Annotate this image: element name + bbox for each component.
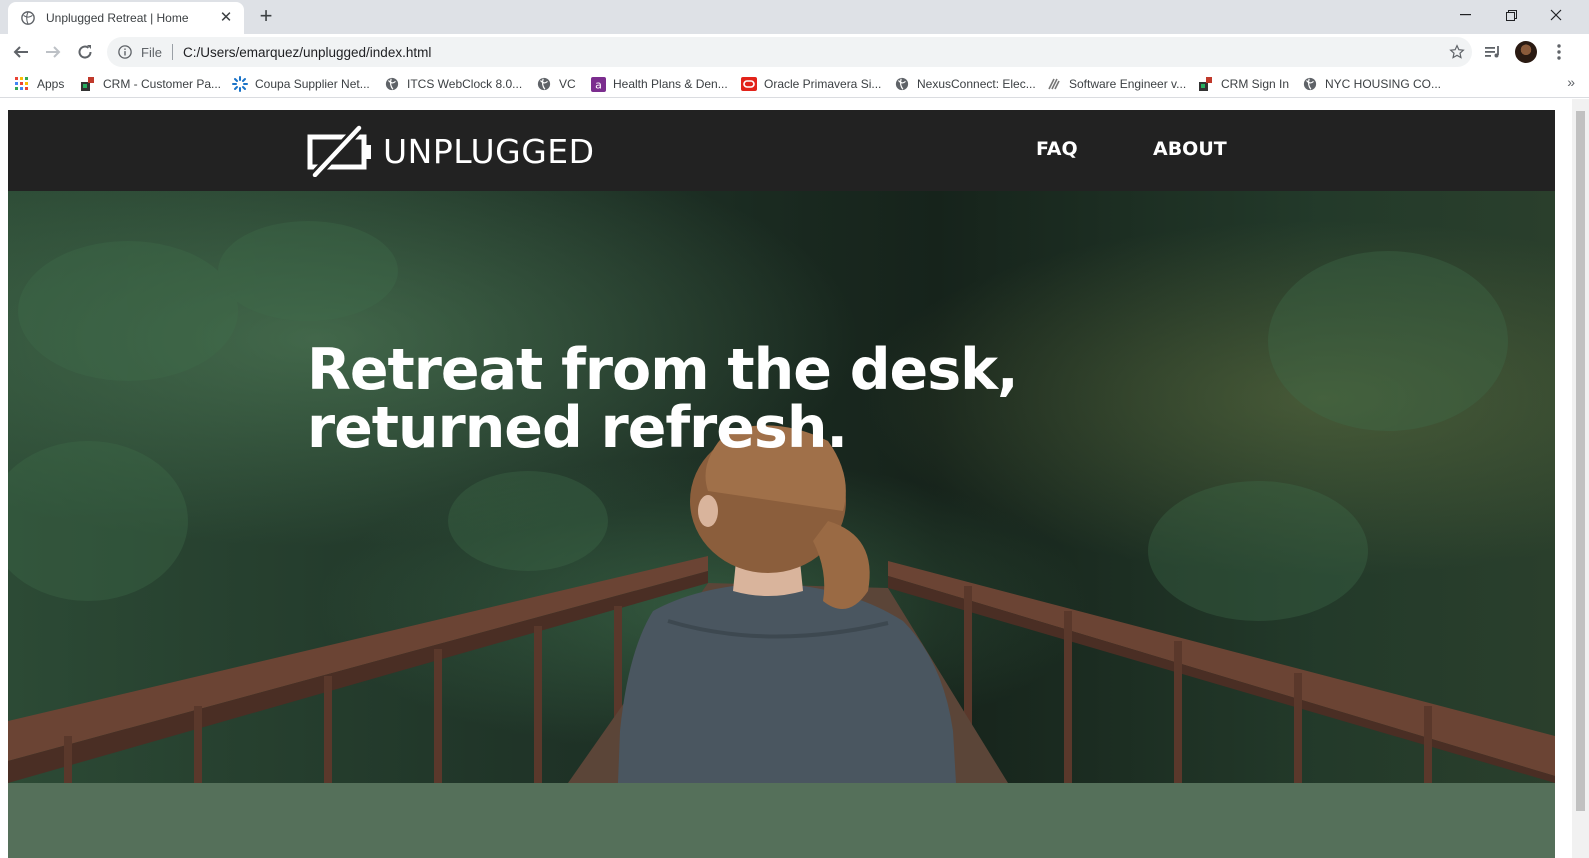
media-queue-icon[interactable] (1479, 38, 1507, 66)
url-scheme: File (141, 44, 162, 60)
browser-toolbar: File C:/Users/emarquez/unplugged/index.h… (0, 34, 1589, 70)
restore-icon[interactable] (1489, 0, 1533, 30)
green-content-band (8, 783, 1555, 858)
unplugged-battery-icon (307, 125, 371, 177)
bookmark-itcs-webclock[interactable]: ITCS WebClock 8.0... (384, 74, 522, 94)
nav-about-link[interactable]: ABOUT (1153, 138, 1227, 160)
avatar (1515, 41, 1537, 63)
hero-line-1: Retreat from the desk, (307, 337, 1019, 403)
globe-icon (1302, 76, 1318, 92)
bookmark-label: ITCS WebClock 8.0... (407, 77, 523, 91)
nav-faq-link[interactable]: FAQ (1036, 138, 1078, 160)
forward-arrow-icon[interactable] (39, 38, 67, 66)
menu-kebab-icon[interactable] (1545, 38, 1573, 66)
info-icon[interactable] (117, 44, 133, 60)
chevron-double-right-icon[interactable]: » (1567, 74, 1575, 90)
bookmark-oracle-primavera[interactable]: Oracle Primavera Si... (741, 74, 881, 94)
profile-avatar[interactable] (1512, 38, 1540, 66)
bookmark-vc[interactable]: VC (536, 74, 576, 94)
globe-icon (384, 76, 400, 92)
page-viewport: UNPLUGGED FAQ ABOUT Retreat from the des… (0, 99, 1589, 858)
crm-icon (1198, 76, 1214, 92)
bookmark-label: NYC HOUSING CO... (1325, 77, 1442, 91)
minimize-icon[interactable] (1443, 0, 1487, 30)
bookmark-health-plans[interactable]: a Health Plans & Den... (590, 74, 728, 94)
svg-text:a: a (595, 78, 602, 91)
globe-icon (536, 76, 552, 92)
bookmark-label: Oracle Primavera Si... (764, 77, 882, 91)
url-separator (171, 44, 173, 60)
apps-grid-icon (14, 76, 30, 92)
bookmark-label: Software Engineer v... (1069, 77, 1187, 91)
hero-section: Retreat from the desk, returned refresh. (8, 191, 1555, 783)
back-arrow-icon[interactable] (7, 38, 35, 66)
tab-strip: Unplugged Retreat | Home ✕ + (0, 0, 1589, 34)
address-bar[interactable]: File C:/Users/emarquez/unplugged/index.h… (107, 37, 1472, 67)
bookmark-label: Health Plans & Den... (613, 77, 728, 91)
hero-heading: Retreat from the desk, returned refresh. (307, 337, 1019, 461)
reload-icon[interactable] (71, 38, 99, 66)
close-window-icon[interactable] (1534, 0, 1578, 30)
bookmark-crm-sign-in[interactable]: CRM Sign In (1198, 74, 1289, 94)
bookmark-apps[interactable]: Apps (14, 74, 64, 94)
crm-icon (80, 76, 96, 92)
site-header: UNPLUGGED FAQ ABOUT (8, 110, 1555, 191)
lever-icon (1046, 76, 1062, 92)
bookmark-nexusconnect[interactable]: NexusConnect: Elec... (894, 74, 1036, 94)
bookmark-coupa[interactable]: Coupa Supplier Net... (232, 74, 370, 94)
url-text[interactable]: C:/Users/emarquez/unplugged/index.html (183, 45, 1442, 60)
bookmark-label: Coupa Supplier Net... (255, 77, 370, 91)
globe-icon (894, 76, 910, 92)
hero-line-2: returned refresh. (307, 395, 848, 461)
scrollbar-thumb[interactable] (1576, 111, 1585, 811)
tab-title: Unplugged Retreat | Home (46, 11, 189, 25)
browser-tab[interactable]: Unplugged Retreat | Home ✕ (8, 2, 244, 34)
brand-name: UNPLUGGED (383, 131, 595, 171)
bookmarks-bar: Apps CRM - Customer Pa... Coupa Supplier… (0, 70, 1589, 98)
page-scrollbar[interactable] (1572, 99, 1589, 858)
bookmark-label: CRM Sign In (1221, 77, 1290, 91)
new-tab-button[interactable]: + (254, 5, 278, 29)
bookmark-label: CRM - Customer Pa... (103, 77, 222, 91)
bookmark-label: NexusConnect: Elec... (917, 77, 1036, 91)
bookmark-crm-customer[interactable]: CRM - Customer Pa... (80, 74, 221, 94)
star-icon[interactable] (1442, 44, 1472, 60)
bookmark-label: VC (559, 77, 576, 91)
coupa-icon (232, 76, 248, 92)
globe-icon (20, 10, 36, 26)
aetna-icon: a (590, 76, 606, 92)
bookmark-label: Apps (37, 77, 65, 91)
oracle-icon (741, 76, 757, 92)
site-logo[interactable]: UNPLUGGED (307, 124, 595, 178)
hero-background-image (8, 191, 1555, 783)
bookmark-nyc-housing[interactable]: NYC HOUSING CO... (1302, 74, 1441, 94)
tab-close-icon[interactable]: ✕ (218, 10, 234, 26)
bookmark-software-engineer[interactable]: Software Engineer v... (1046, 74, 1186, 94)
